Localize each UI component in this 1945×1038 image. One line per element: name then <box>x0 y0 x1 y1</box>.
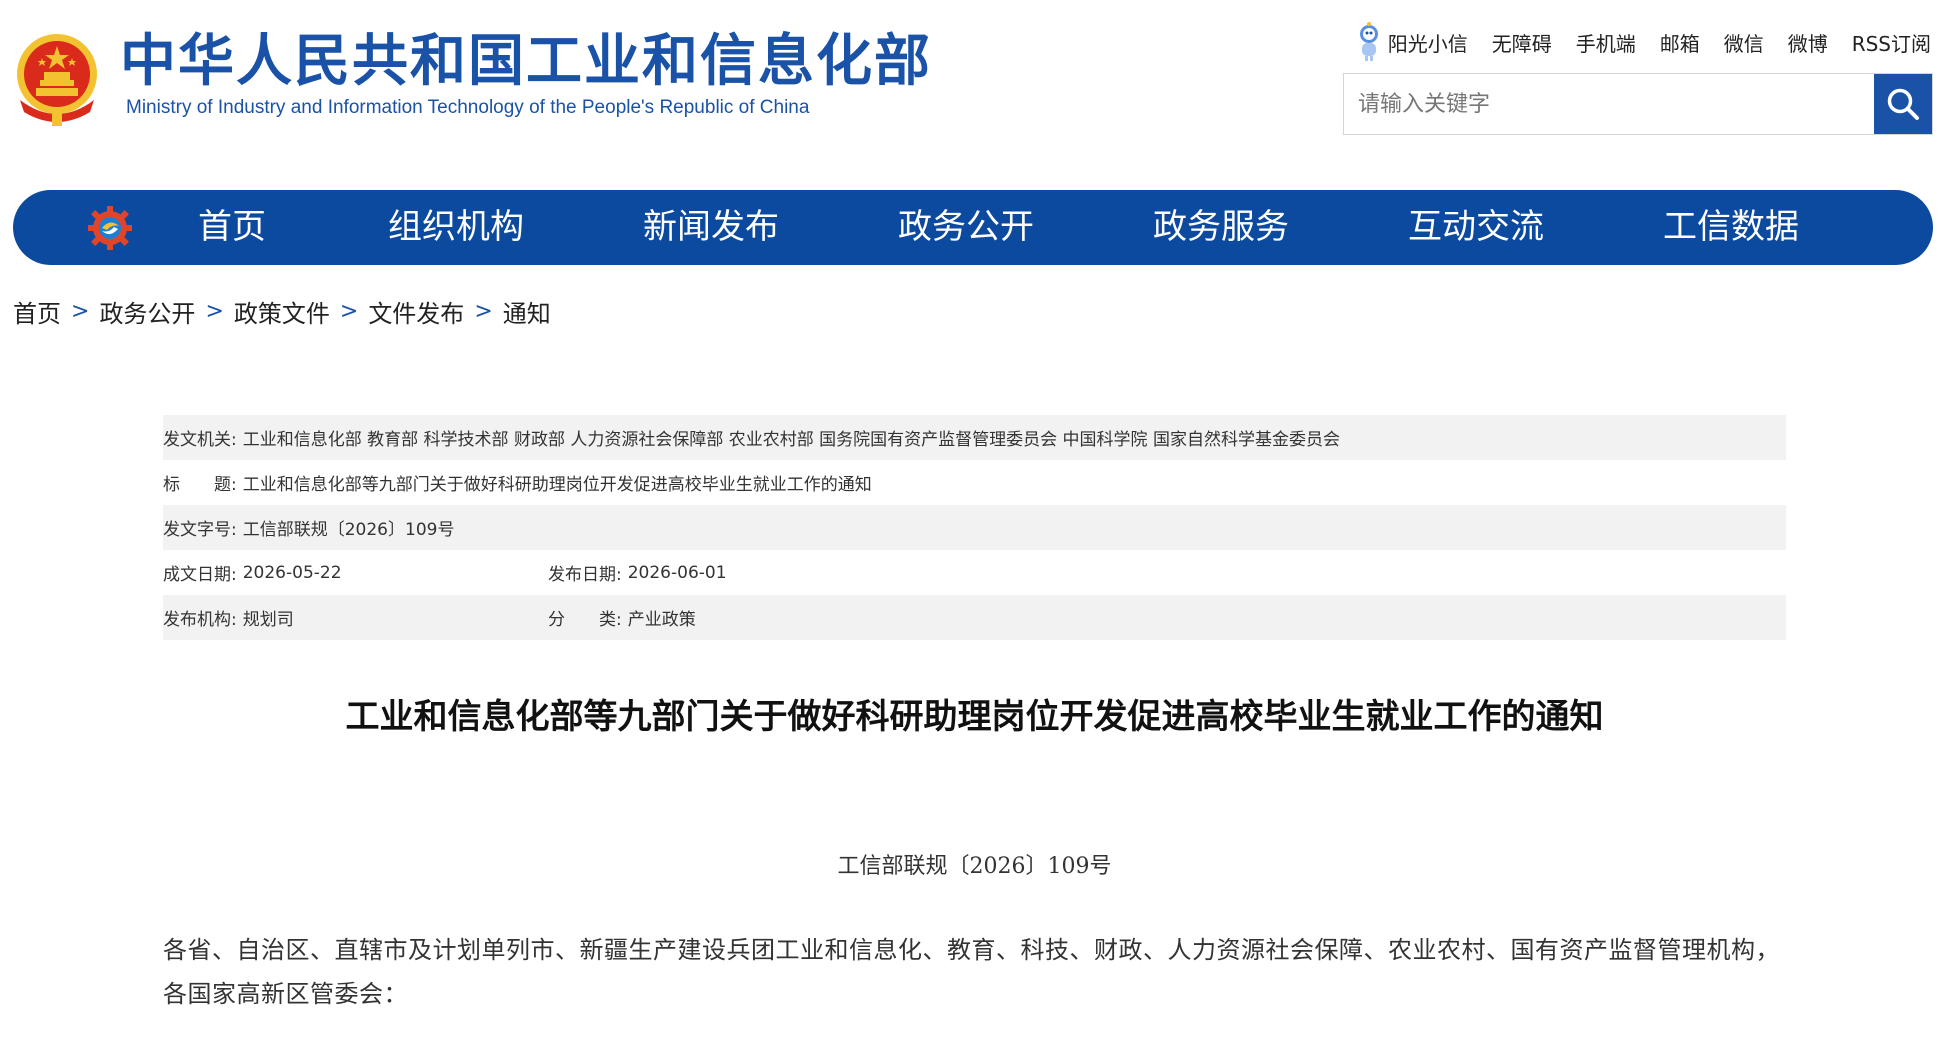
breadcrumb-home[interactable]: 首页 <box>13 294 61 329</box>
main-nav: 首页 组织机构 新闻发布 政务公开 政务服务 互动交流 工信数据 <box>13 190 1933 265</box>
nav-item-interaction[interactable]: 互动交流 <box>1408 190 1544 265</box>
published-date-label: 发布日期: <box>548 565 622 585</box>
breadcrumb-separator: > <box>474 299 493 324</box>
breadcrumb-policy-documents[interactable]: 政策文件 <box>234 294 330 329</box>
breadcrumb: 首页 > 政务公开 > 政策文件 > 文件发布 > 通知 <box>13 294 551 329</box>
meta-row-docno: 发文字号: 工信部联规〔2026〕109号 <box>163 505 1786 550</box>
site-header: 中华人民共和国工业和信息化部 Ministry of Industry and … <box>0 0 1945 180</box>
category-label: 分 类: <box>548 610 622 630</box>
document-meta-table: 发文机关: 工业和信息化部 教育部 科学技术部 财政部 人力资源社会保障部 农业… <box>163 415 1786 640</box>
issuer-label: 发文机关: <box>163 430 237 450</box>
agency-label: 发布机构: <box>163 610 237 630</box>
written-date-value: 2026-05-22 <box>242 562 342 583</box>
search-button[interactable] <box>1874 74 1932 134</box>
site-title-en[interactable]: Ministry of Industry and Information Tec… <box>126 97 809 119</box>
wechat-link[interactable]: 微信 <box>1724 28 1764 57</box>
docno-value: 工信部联规〔2026〕109号 <box>242 520 455 540</box>
meta-row-title: 标 题: 工业和信息化部等九部门关于做好科研助理岗位开发促进高校毕业生就业工作的… <box>163 460 1786 505</box>
breadcrumb-government-affairs[interactable]: 政务公开 <box>99 294 195 329</box>
national-emblem-icon[interactable] <box>12 28 102 128</box>
breadcrumb-document-release[interactable]: 文件发布 <box>368 294 464 329</box>
search-box <box>1343 73 1933 135</box>
search-input[interactable] <box>1344 74 1874 134</box>
nav-item-home[interactable]: 首页 <box>198 190 266 265</box>
article-doc-number: 工信部联规〔2026〕109号 <box>837 854 1112 879</box>
gear-logo-icon[interactable] <box>86 204 134 252</box>
site-title-cn[interactable]: 中华人民共和国工业和信息化部 <box>120 30 932 94</box>
category-value: 产业政策 <box>627 610 696 630</box>
written-date-label: 成文日期: <box>163 565 237 585</box>
nav-item-news[interactable]: 新闻发布 <box>643 190 779 265</box>
nav-item-government-affairs[interactable]: 政务公开 <box>898 190 1034 265</box>
meta-row-issuer: 发文机关: 工业和信息化部 教育部 科学技术部 财政部 人力资源社会保障部 农业… <box>163 415 1786 460</box>
nav-item-data[interactable]: 工信数据 <box>1663 190 1799 265</box>
breadcrumb-separator: > <box>205 299 224 324</box>
agency-value: 规划司 <box>242 610 294 630</box>
xiaoxin-label: 阳光小信 <box>1387 31 1468 56</box>
breadcrumb-separator: > <box>71 299 90 324</box>
rss-link[interactable]: RSS订阅 <box>1852 28 1931 57</box>
article-body: 各省、自治区、直辖市及计划单列市、新疆生产建设兵团工业和信息化、教育、科技、财政… <box>163 936 1780 1008</box>
issuer-value: 工业和信息化部 教育部 科学技术部 财政部 人力资源社会保障部 农业农村部 国务… <box>242 430 1340 450</box>
published-date-value: 2026-06-01 <box>627 562 727 583</box>
top-links: 阳光小信 无障碍 手机端 邮箱 微信 微博 RSS订阅 <box>1356 22 1931 62</box>
robot-mascot-icon <box>1359 22 1378 61</box>
docno-label: 发文字号: <box>163 520 237 540</box>
breadcrumb-separator: > <box>339 299 359 324</box>
breadcrumb-notice[interactable]: 通知 <box>503 294 551 329</box>
search-icon <box>1887 88 1919 120</box>
accessibility-link[interactable]: 无障碍 <box>1492 28 1552 57</box>
title-value: 工业和信息化部等九部门关于做好科研助理岗位开发促进高校毕业生就业工作的通知 <box>242 475 872 495</box>
article-title: 工业和信息化部等九部门关于做好科研助理岗位开发促进高校毕业生就业工作的通知 <box>345 697 1604 737</box>
nav-item-services[interactable]: 政务服务 <box>1153 190 1289 265</box>
mobile-link[interactable]: 手机端 <box>1576 28 1636 57</box>
nav-item-organization[interactable]: 组织机构 <box>388 190 524 265</box>
weibo-link[interactable]: 微博 <box>1788 28 1828 57</box>
xiaoxin-link[interactable]: 阳光小信 <box>1356 22 1468 62</box>
meta-row-agency: 发布机构: 规划司 分 类: 产业政策 <box>163 595 1786 640</box>
meta-row-dates: 成文日期: 2026-05-22 发布日期: 2026-06-01 <box>163 550 1786 595</box>
mail-link[interactable]: 邮箱 <box>1660 28 1700 57</box>
title-label: 标 题: <box>163 475 237 495</box>
